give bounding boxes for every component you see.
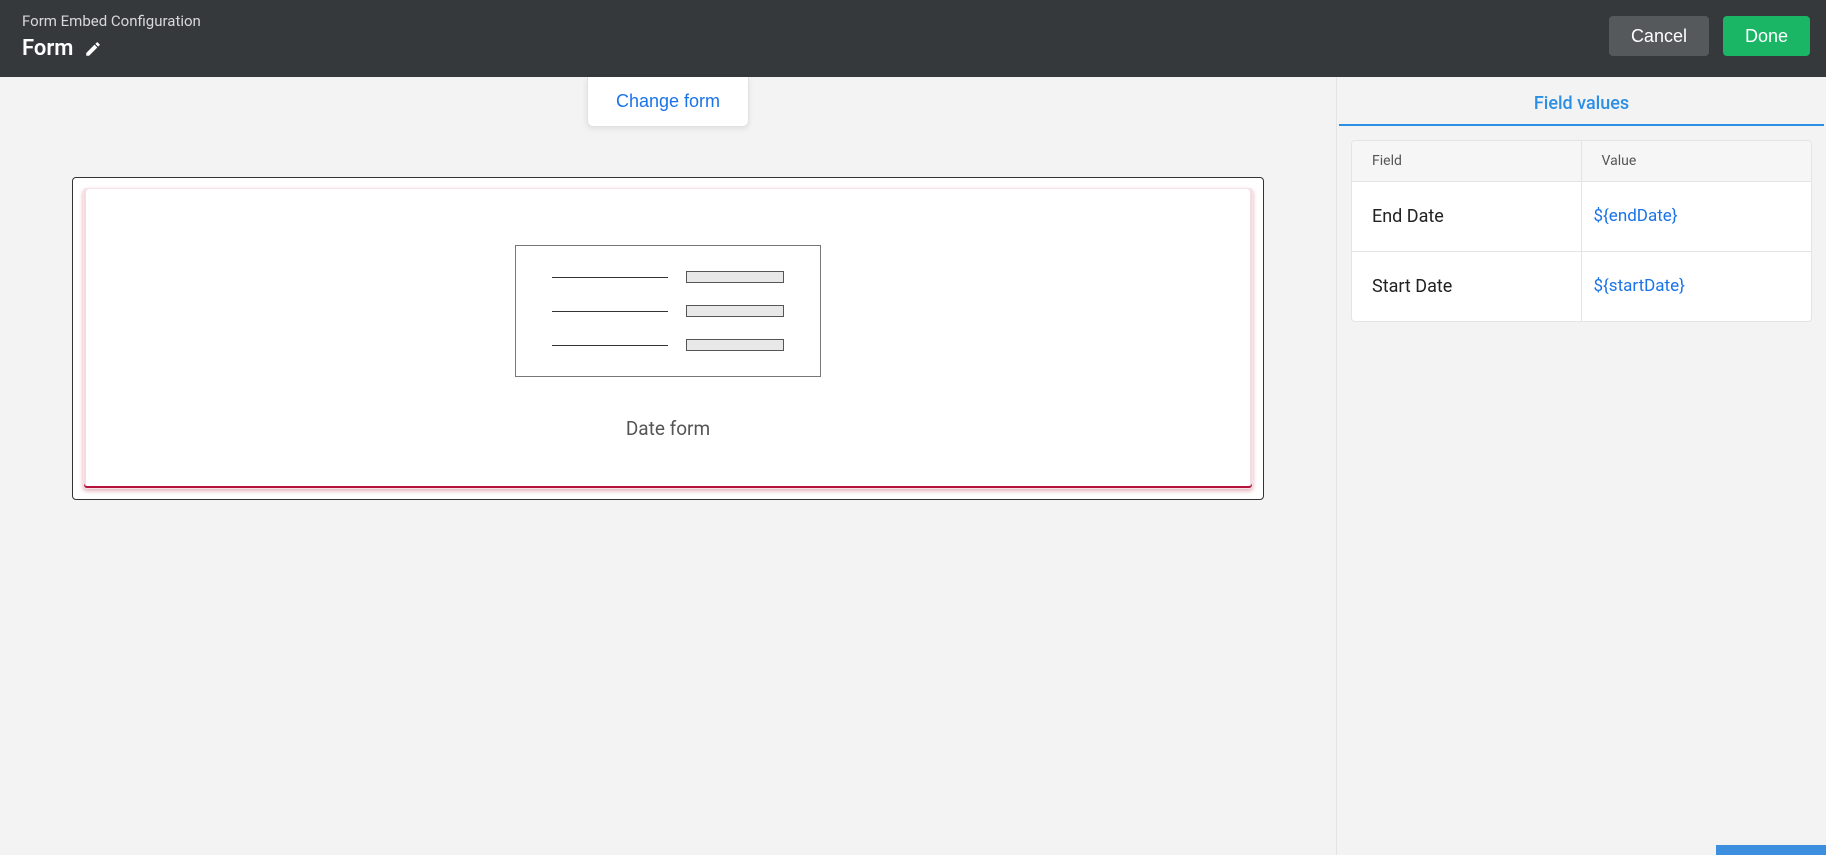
right-tabs: Field values [1339,77,1824,126]
change-form-wrap: Change form [587,77,749,127]
bottom-accent-strip [1716,845,1826,855]
field-value-cell[interactable]: ${endDate} [1582,182,1812,251]
header-bar: Form Embed Configuration Form Cancel Don… [0,0,1826,77]
header-subtitle: Form Embed Configuration [22,12,201,30]
header-title-row: Form [22,36,201,61]
change-form-button[interactable]: Change form [587,77,749,127]
form-icon-input [686,339,784,351]
field-name-cell: End Date [1352,182,1582,251]
field-name-cell: Start Date [1352,252,1582,321]
table-row[interactable]: Start Date ${startDate} [1352,252,1811,321]
field-values-table: Field Value End Date ${endDate} Start Da… [1351,140,1812,322]
page-title: Form [22,36,73,61]
right-panel: Field values Field Value End Date ${endD… [1336,77,1826,855]
form-icon-line [552,277,668,278]
col-header-value: Value [1582,141,1812,181]
header-actions: Cancel Done [1609,16,1810,56]
form-icon-line [552,311,668,312]
table-row[interactable]: End Date ${endDate} [1352,182,1811,252]
cancel-button[interactable]: Cancel [1609,16,1709,56]
left-panel: Change form [0,77,1336,855]
form-icon-line [552,345,668,346]
form-name-label: Date form [626,417,710,440]
col-header-field: Field [1352,141,1582,181]
edit-icon[interactable] [83,39,103,59]
tab-field-values[interactable]: Field values [1534,93,1629,114]
form-icon-input [686,271,784,283]
form-icon [515,245,821,377]
form-icon-row [552,304,784,318]
field-value-cell[interactable]: ${startDate} [1582,252,1812,321]
done-button[interactable]: Done [1723,16,1810,56]
form-preview-card: Date form [83,188,1253,489]
form-preview-outer[interactable]: Date form [72,177,1264,500]
header-left: Form Embed Configuration Form [22,8,201,61]
main-area: Change form [0,77,1826,855]
form-icon-row [552,338,784,352]
form-icon-row [552,270,784,284]
form-icon-input [686,305,784,317]
table-header: Field Value [1352,141,1811,182]
